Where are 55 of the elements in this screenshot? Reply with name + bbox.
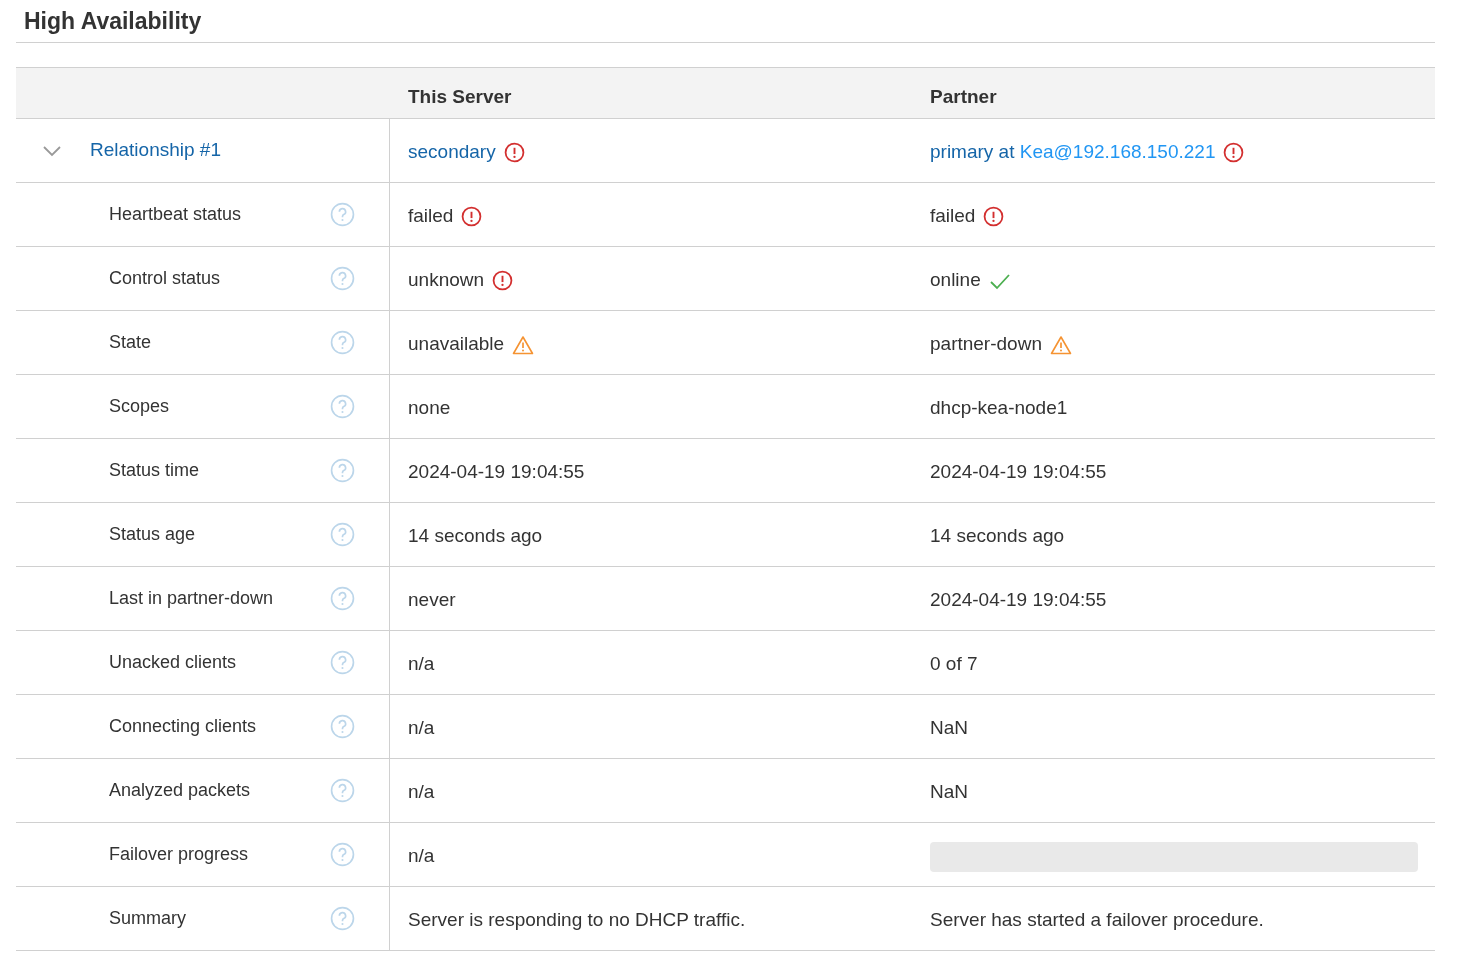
value-text: NaN (930, 716, 968, 741)
chevron-down-icon[interactable] (40, 143, 64, 158)
help-icon[interactable] (330, 586, 355, 611)
help-icon[interactable] (330, 650, 355, 675)
value-text: never (408, 588, 456, 613)
role-text: secondary (408, 140, 496, 165)
role-text: primary at (930, 140, 1016, 165)
row-label: Heartbeat status (109, 203, 242, 226)
column-header: This Server (407, 84, 513, 109)
row-label: Control status (109, 267, 221, 290)
help-icon[interactable] (330, 394, 355, 419)
value-text: n/a (408, 780, 435, 805)
help-icon[interactable] (330, 458, 355, 483)
help-icon[interactable] (330, 330, 355, 355)
value-text: Server has started a failover procedure. (930, 908, 1264, 933)
help-icon[interactable] (330, 714, 355, 739)
value-text: failed (408, 204, 454, 229)
value-text: failed (930, 204, 976, 229)
help-icon[interactable] (330, 778, 355, 803)
value-text: n/a (408, 844, 435, 869)
help-icon[interactable] (330, 266, 355, 291)
value-text: n/a (408, 716, 435, 741)
row-label: Scopes (109, 395, 170, 418)
value-text: dhcp-kea-node1 (930, 396, 1068, 421)
value-text: partner-down (930, 332, 1042, 357)
value-text: online (930, 268, 981, 293)
row-label: Status time (109, 459, 200, 482)
row-label: Unacked clients (109, 651, 237, 674)
value-text: unavailable (408, 332, 505, 357)
value-text: none (408, 396, 451, 421)
row-label: Analyzed packets (109, 779, 251, 802)
value-text: 2024-04-19 19:04:55 (408, 460, 585, 485)
help-icon[interactable] (330, 522, 355, 547)
row-label: State (109, 331, 152, 354)
relationship-label[interactable]: Relationship #1 (90, 136, 221, 165)
column-header: Partner (929, 84, 998, 109)
partner-link[interactable]: Kea@192.168.150.221 (1019, 138, 1216, 167)
value-text: 14 seconds ago (930, 524, 1065, 549)
value-text: 2024-04-19 19:04:55 (930, 588, 1107, 613)
row-label: Summary (109, 907, 186, 930)
value-text: 14 seconds ago (408, 524, 543, 549)
value-text: Server is responding to no DHCP traffic. (408, 908, 746, 933)
value-text: NaN (930, 780, 968, 805)
row-label: Connecting clients (109, 715, 257, 738)
help-icon[interactable] (330, 906, 355, 931)
help-icon[interactable] (330, 842, 355, 867)
row-label: Status age (109, 523, 196, 546)
row-label: Last in partner-down (109, 587, 274, 610)
value-text: 0 of 7 (930, 652, 978, 677)
value-text: unknown (408, 268, 485, 293)
section-title: High Availability (24, 6, 202, 36)
value-text: n/a (408, 652, 435, 677)
row-label: Failover progress (109, 843, 249, 866)
value-text: 2024-04-19 19:04:55 (930, 460, 1107, 485)
help-icon[interactable] (330, 202, 355, 227)
